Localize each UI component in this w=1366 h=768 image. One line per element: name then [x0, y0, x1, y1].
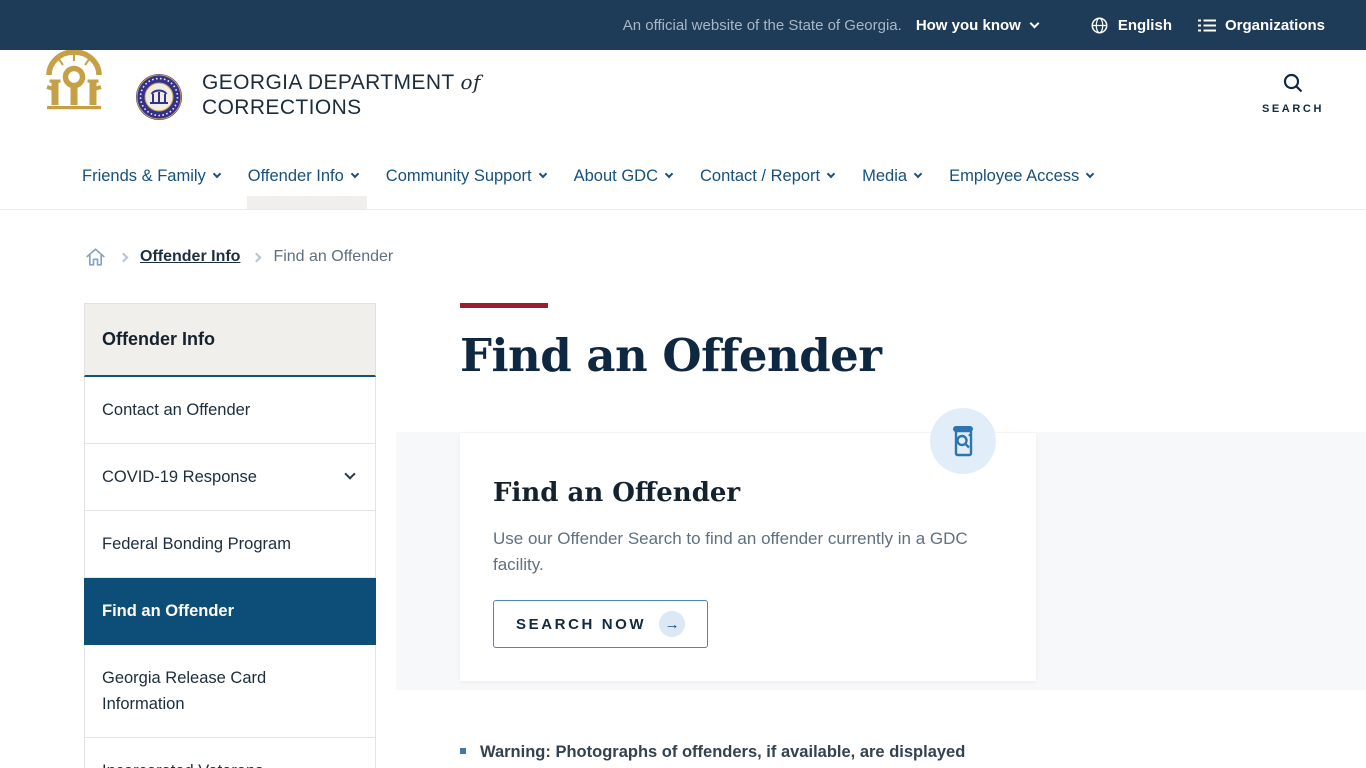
organizations-label: Organizations	[1224, 16, 1325, 34]
bullet-icon	[460, 748, 466, 754]
breadcrumb-current-page: Find an Offender	[273, 248, 394, 265]
page-title: Find an Offender	[460, 329, 882, 382]
warning-list-item: Warning: Photographs of offenders, if av…	[460, 740, 1060, 764]
breadcrumb-home-link[interactable]	[84, 246, 107, 268]
sidebar-item-covid-19-response[interactable]: COVID-19 Response	[84, 444, 376, 511]
main-navigation: Friends & Family Offender Info Community…	[0, 143, 1366, 210]
how-you-know-toggle[interactable]: How you know	[915, 16, 1040, 34]
chevron-down-icon	[1029, 18, 1040, 28]
sidebar-item-label: Incarcerated Veterans	[102, 762, 263, 768]
sidebar-item-label: COVID-19 Response	[102, 468, 257, 486]
sidebar-item-find-an-offender[interactable]: Find an Offender	[84, 578, 376, 645]
chevron-down-icon	[913, 169, 923, 178]
search-label: SEARCH	[1261, 103, 1324, 115]
warning-text: Warning: Photographs of offenders, if av…	[480, 743, 966, 761]
site-header: GEORGIA DEPARTMENT of CORRECTIONS SEARCH	[0, 36, 1366, 143]
agency-name-connector: of	[460, 70, 481, 94]
search-now-label: SEARCH NOW	[516, 615, 647, 633]
chevron-down-icon[interactable]	[344, 468, 356, 480]
agency-name-line1: GEORGIA DEPARTMENT	[202, 71, 455, 94]
sidebar-item-label: Find an Offender	[102, 602, 234, 620]
chevron-down-icon	[826, 169, 836, 178]
official-website-text: An official website of the State of Geor…	[622, 16, 902, 34]
sidebar-item-federal-bonding-program[interactable]: Federal Bonding Program	[84, 511, 376, 578]
agency-name[interactable]: GEORGIA DEPARTMENT of CORRECTIONS	[202, 70, 481, 120]
how-you-know-label: How you know	[915, 16, 1021, 34]
breadcrumb: Offender Info Find an Offender	[84, 246, 1366, 268]
nav-label: Offender Info	[247, 166, 344, 185]
home-icon	[86, 248, 105, 266]
chevron-down-icon	[538, 169, 547, 178]
nav-label: Media	[862, 166, 908, 185]
nav-item-friends-family[interactable]: Friends & Family	[82, 143, 222, 209]
nav-label: Friends & Family	[82, 166, 206, 185]
search-now-button[interactable]: SEARCH NOW →	[493, 600, 709, 648]
nav-item-media[interactable]: Media	[862, 143, 923, 209]
breadcrumb-separator-icon	[251, 252, 262, 262]
nav-label: Contact / Report	[699, 166, 821, 185]
breadcrumb-separator-icon	[118, 252, 129, 262]
main-content: Find an Offender Find an Offender Use ou…	[460, 303, 1036, 681]
card-description: Use our Offender Search to find an offen…	[493, 529, 968, 574]
document-search-icon	[953, 426, 973, 457]
globe-icon	[1091, 17, 1108, 33]
sidebar-item-contact-an-offender[interactable]: Contact an Offender	[84, 377, 376, 444]
breadcrumb-offender-info-link[interactable]: Offender Info	[140, 248, 240, 266]
chevron-down-icon	[350, 169, 360, 178]
offender-info-sidebar: Offender Info Contact an Offender COVID-…	[84, 303, 376, 768]
list-icon	[1197, 19, 1216, 31]
gdc-seal-logo	[136, 74, 182, 120]
sidebar-item-label: Federal Bonding Program	[102, 535, 291, 553]
sidebar-item-label: Contact an Offender	[102, 401, 251, 419]
nav-label: Employee Access	[949, 166, 1080, 185]
banner-content: An official website of the State of Geor…	[623, 0, 1325, 50]
language-label: English	[1117, 16, 1172, 34]
nav-label: About GDC	[573, 166, 658, 185]
document-search-badge	[930, 408, 996, 474]
nav-item-about-gdc[interactable]: About GDC	[573, 143, 674, 209]
nav-label: Community Support	[385, 166, 532, 185]
sidebar-item-georgia-release-card-information[interactable]: Georgia Release Card Information	[84, 645, 376, 738]
nav-item-contact-report[interactable]: Contact / Report	[699, 143, 836, 209]
chevron-down-icon	[212, 169, 222, 178]
card-title: Find an Offender	[493, 478, 741, 508]
sidebar-item-incarcerated-veterans[interactable]: Incarcerated Veterans	[84, 738, 376, 768]
nav-item-offender-info[interactable]: Offender Info	[246, 143, 367, 209]
language-button[interactable]: English	[1090, 16, 1172, 35]
arch-icon	[46, 49, 102, 110]
nav-item-community-support[interactable]: Community Support	[385, 143, 547, 209]
sidebar-item-label: Georgia Release Card Information	[102, 669, 267, 713]
nav-item-employee-access[interactable]: Employee Access	[949, 143, 1095, 209]
arrow-right-icon: →	[659, 611, 686, 637]
site-search-button[interactable]: SEARCH	[1262, 71, 1324, 115]
official-state-banner: An official website of the State of Geor…	[0, 0, 1366, 50]
organizations-button[interactable]: Organizations	[1197, 16, 1325, 34]
chevron-down-icon	[1086, 169, 1095, 178]
sidebar-title: Offender Info	[84, 303, 376, 377]
search-icon	[1283, 73, 1303, 93]
chevron-down-icon	[664, 169, 674, 178]
title-accent-bar	[460, 303, 548, 308]
agency-name-line2: CORRECTIONS	[202, 96, 362, 119]
